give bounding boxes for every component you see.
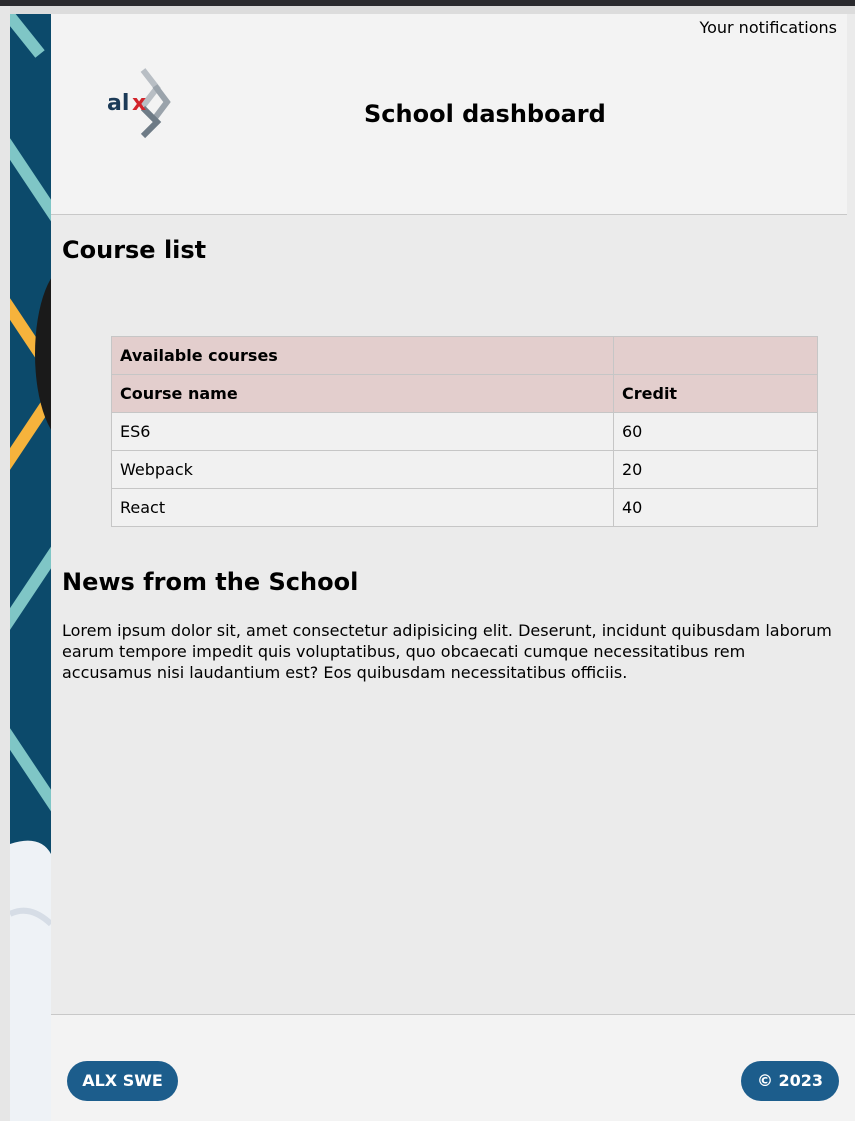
table-caption-empty-cell — [613, 336, 818, 375]
course-credit-cell: 20 — [613, 450, 818, 489]
notifications-link[interactable]: Your notifications — [699, 18, 837, 37]
app-header: Your notifications al x School dashboard — [51, 14, 847, 215]
svg-text:x: x — [132, 91, 146, 116]
table-column-row: Course name Credit — [111, 374, 818, 413]
alx-logo-icon: al x — [107, 68, 171, 139]
browser-top-strip — [0, 0, 855, 6]
alx-logo: al x — [105, 64, 175, 144]
copyright-badge: © 2023 — [741, 1061, 839, 1101]
frame-left-edge — [0, 6, 10, 1121]
background-image-strip — [10, 14, 51, 1121]
alx-swe-badge: ALX SWE — [67, 1061, 178, 1101]
app-footer: ALX SWE © 2023 — [51, 1014, 855, 1121]
course-credit-cell: 60 — [613, 412, 818, 451]
app-container: Your notifications al x School dashboard… — [51, 14, 855, 1121]
table-header-row: Available courses — [111, 336, 818, 375]
news-body: Lorem ipsum dolor sit, amet consectetur … — [62, 621, 832, 682]
column-header-course-name: Course name — [111, 374, 614, 413]
table-row: ES6 60 — [111, 412, 818, 451]
table-row: Webpack 20 — [111, 450, 818, 489]
course-credit-cell: 40 — [613, 488, 818, 527]
column-header-credit: Credit — [613, 374, 818, 413]
course-list-title: Course list — [62, 236, 207, 264]
svg-text:al: al — [107, 91, 129, 116]
course-list-table: Available courses Course name Credit ES6… — [111, 336, 818, 527]
decorative-stripes — [10, 14, 51, 1121]
table-caption-header: Available courses — [111, 336, 614, 375]
course-name-cell: React — [111, 488, 614, 527]
news-title: News from the School — [62, 568, 359, 596]
page-title: School dashboard — [364, 100, 606, 128]
course-name-cell: Webpack — [111, 450, 614, 489]
table-row: React 40 — [111, 488, 818, 527]
course-name-cell: ES6 — [111, 412, 614, 451]
